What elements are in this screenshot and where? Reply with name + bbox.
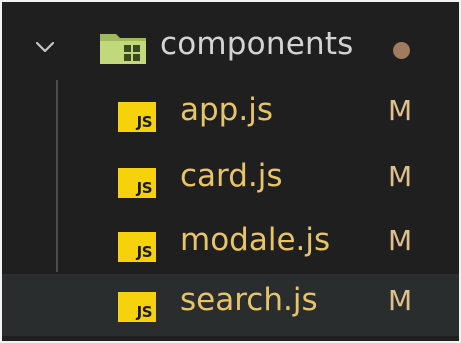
js-file-icon: JS — [118, 102, 156, 132]
git-status-badge: M — [388, 224, 413, 257]
chevron-down-icon[interactable] — [34, 36, 56, 58]
js-file-icon: JS — [118, 232, 156, 262]
folder-row-components[interactable]: components — [0, 14, 461, 80]
file-explorer: components JS app.js M JS card.js M JS m… — [0, 0, 461, 343]
file-row-search[interactable]: JS search.js M — [0, 274, 461, 336]
git-status-badge: M — [388, 160, 413, 193]
js-file-icon: JS — [118, 168, 156, 198]
file-row-app[interactable]: JS app.js M — [0, 80, 461, 146]
file-row-card[interactable]: JS card.js M — [0, 148, 461, 214]
file-row-modale[interactable]: JS modale.js M — [0, 212, 461, 278]
file-label: modale.js — [180, 222, 331, 258]
file-label: app.js — [180, 92, 273, 128]
file-label: card.js — [180, 158, 283, 194]
folder-components-icon — [100, 34, 146, 64]
modified-dot-badge — [393, 42, 410, 59]
git-status-badge: M — [388, 94, 413, 127]
js-file-icon: JS — [118, 292, 156, 322]
folder-label: components — [160, 26, 354, 62]
git-status-badge: M — [388, 284, 413, 317]
file-label: search.js — [180, 282, 318, 318]
